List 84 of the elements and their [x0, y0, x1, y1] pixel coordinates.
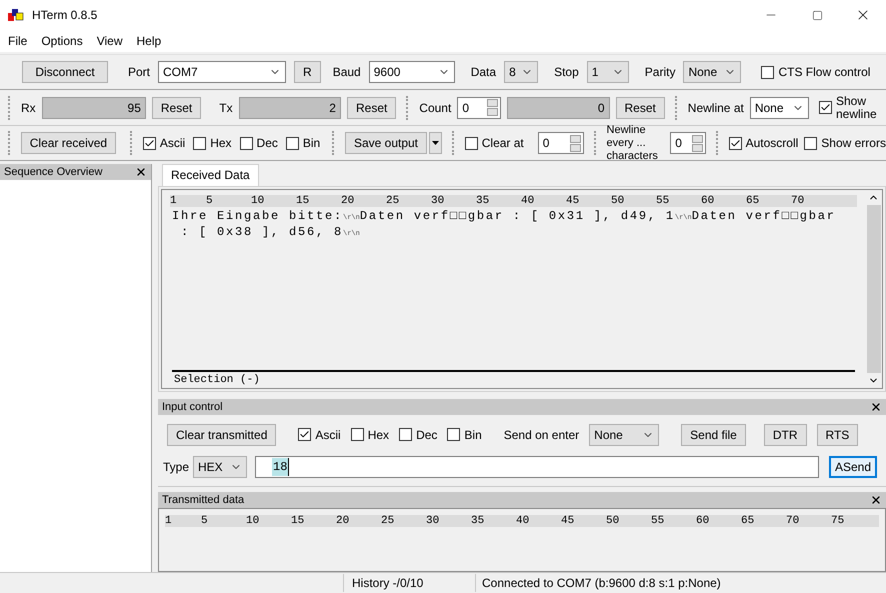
send-on-enter-dropdown[interactable]: None — [589, 424, 660, 446]
disconnect-button[interactable]: Disconnect — [22, 61, 108, 83]
format-checkbox[interactable] — [193, 136, 206, 150]
menu-item[interactable]: File — [8, 32, 28, 50]
save-output-button[interactable]: Save output — [344, 132, 428, 154]
baud-dropdown[interactable]: 9600 — [368, 61, 455, 83]
tx-counter: 2 — [238, 96, 341, 118]
window-title: HTerm 0.8.5 — [32, 7, 98, 24]
format-checkbox[interactable] — [240, 136, 253, 150]
cts-flow-control-checkbox[interactable] — [761, 66, 774, 78]
data-dropdown[interactable]: 8 — [504, 61, 538, 83]
panel-title: Input control — [162, 400, 223, 415]
close-icon[interactable] — [870, 401, 882, 413]
clear-at-spinner[interactable]: 0 — [538, 132, 584, 154]
port-dropdown[interactable]: COM7 — [158, 61, 286, 83]
count-label: Count — [419, 100, 452, 116]
menu-item[interactable]: View — [96, 32, 122, 50]
show-newline-checkbox[interactable] — [818, 101, 832, 114]
dtr-button[interactable]: DTR — [764, 424, 807, 446]
refresh-button[interactable]: R — [294, 61, 321, 83]
menu-item[interactable]: Help — [136, 32, 162, 50]
format-label: Dec — [416, 426, 438, 444]
clear-transmitted-button[interactable]: Clear transmitted — [167, 424, 276, 446]
clear-at-checkbox[interactable] — [464, 136, 478, 150]
selection-info: Selection (-) — [173, 373, 261, 388]
format-checkbox[interactable] — [399, 428, 412, 441]
status-text: Connected to COM7 (b:9600 d:8 s:1 p:None) — [475, 574, 886, 592]
format-label: Hex — [210, 135, 232, 152]
format-checkbox[interactable] — [447, 428, 460, 441]
newline-at-label: Newline at — [688, 100, 744, 116]
newline-every-label: Newline every ... characters — [606, 124, 659, 162]
newline-every-spinner[interactable]: 0 — [670, 132, 706, 154]
stop-dropdown[interactable]: 1 — [586, 61, 629, 83]
format-checkbox[interactable] — [350, 428, 364, 441]
clear-at-label: Clear at — [482, 135, 524, 152]
autoscroll-checkbox[interactable] — [728, 136, 742, 150]
count-counter: 0 — [507, 96, 610, 118]
reset-button[interactable]: Reset — [152, 96, 202, 118]
tx-label: Tx — [219, 100, 233, 116]
app-logo-icon — [8, 8, 24, 22]
send-on-enter-label: Send on enter — [504, 426, 580, 444]
reset-button[interactable]: Reset — [346, 96, 396, 118]
format-label: Ascii — [160, 135, 186, 152]
show-newline-label: Show newline — [836, 94, 878, 120]
column-ruler: 1 5 10 15 20 25 30 35 40 45 50 55 60 65 70 75 — [165, 515, 879, 527]
format-label: Dec — [256, 135, 278, 152]
rx-label: Rx — [20, 100, 36, 116]
close-icon[interactable] — [135, 166, 147, 178]
type-label: Type — [163, 458, 190, 476]
dropdown-caret-icon[interactable] — [429, 132, 442, 154]
baud-label: Baud — [332, 64, 361, 81]
menu-item[interactable]: Options — [41, 32, 83, 50]
data-label: Data — [470, 64, 496, 81]
newline-at-dropdown[interactable]: None — [750, 96, 809, 118]
send-file-button[interactable]: Send file — [681, 424, 746, 446]
cts-flow-control-label: CTS Flow control — [778, 64, 870, 81]
format-label: Bin — [302, 135, 320, 152]
show-errors-checkbox[interactable] — [804, 136, 818, 150]
asend-button[interactable]: ASend — [828, 456, 877, 478]
format-checkbox[interactable] — [142, 136, 156, 150]
autoscroll-label: Autoscroll — [746, 135, 798, 152]
rx-counter: 95 — [42, 96, 146, 118]
count-spinner[interactable]: 0 — [457, 96, 502, 118]
panel-title: Sequence Overview — [4, 164, 102, 180]
status-text: History -/0/10 — [343, 574, 475, 592]
format-label: Hex — [368, 426, 390, 444]
reset-button[interactable]: Reset — [616, 96, 665, 118]
format-label: Bin — [464, 426, 482, 444]
panel-title: Transmitted data — [162, 492, 244, 508]
port-label: Port — [128, 64, 150, 81]
parity-label: Parity — [644, 64, 676, 81]
input-field[interactable]: 18 — [255, 456, 819, 478]
stop-label: Stop — [554, 64, 579, 81]
column-ruler: 1 5 10 15 20 25 30 35 40 45 50 55 60 65 70 — [170, 195, 857, 207]
clear-received-button[interactable]: Clear received — [20, 132, 116, 154]
format-checkbox[interactable] — [298, 428, 312, 441]
rts-button[interactable]: RTS — [816, 424, 858, 446]
show-errors-label: Show errors — [821, 135, 886, 152]
parity-dropdown[interactable]: None — [683, 61, 742, 83]
received-data-tab[interactable]: Received Data — [162, 164, 259, 186]
format-checkbox[interactable] — [286, 136, 299, 150]
close-icon[interactable] — [870, 494, 882, 506]
type-dropdown[interactable]: HEX — [193, 456, 248, 478]
format-label: Ascii — [315, 426, 341, 444]
